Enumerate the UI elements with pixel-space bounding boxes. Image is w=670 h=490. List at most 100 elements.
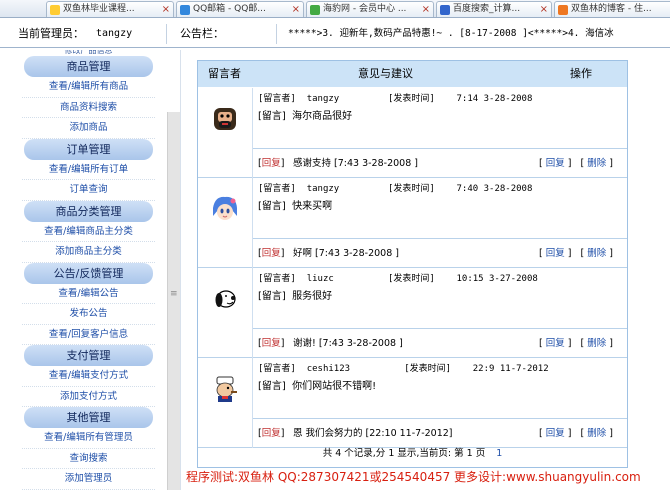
avatar-cell	[198, 178, 253, 238]
reply-spacer	[198, 328, 253, 358]
divider	[276, 24, 277, 44]
page-link[interactable]: 1	[496, 448, 502, 459]
browser-tab-3[interactable]: 海豹网 - 会员中心 ... ×	[306, 1, 434, 17]
tab-label: 百度搜索_计算...	[453, 4, 521, 14]
avatar-cell	[198, 358, 253, 418]
sidebar-item-view-goods[interactable]: 查看/编辑所有商品	[22, 77, 155, 98]
sidebar-item-search-goods[interactable]: 商品资料搜索	[22, 98, 155, 118]
section-other[interactable]: 其他管理	[24, 407, 153, 428]
close-icon[interactable]: ×	[422, 2, 430, 17]
message-meta: [留言者] liuzc [发表时间] 10:15 3-27-2008	[258, 270, 627, 288]
time-label: [发表时间]	[404, 364, 452, 374]
browser-tab-5[interactable]: 双鱼林的博客 - 住...	[554, 1, 670, 17]
section-orders[interactable]: 订单管理	[24, 138, 153, 160]
sidebar-item-search[interactable]: 查询搜索	[22, 449, 155, 469]
close-icon[interactable]: ×	[540, 2, 548, 17]
sidebar-item-view-orders[interactable]: 查看/编辑所有订单	[22, 160, 155, 180]
close-icon[interactable]: ×	[162, 2, 170, 17]
reply-button[interactable]: 回复	[546, 338, 565, 349]
message-meta: [留言者] tangzy [发表时间] 7:40 3-28-2008	[258, 180, 627, 198]
table-row: [留言者] ceshi123 [发表时间] 22:9 11-7-2012 [留言…	[198, 358, 627, 448]
message-text: 快来买啊	[292, 201, 333, 212]
row-operations: [ 回复 ] [ 删除 ]	[539, 248, 614, 259]
sidebar-item-add-goods[interactable]: 添加商品	[22, 118, 155, 139]
reply-button[interactable]: 回复	[546, 158, 565, 169]
message-text: 你们网站很不错啊!	[292, 381, 377, 392]
site-icon	[310, 5, 320, 15]
frame-splitter[interactable]	[180, 50, 197, 490]
message-text: 海尔商品很好	[292, 111, 353, 122]
divider	[166, 24, 167, 44]
time-label: [发表时间]	[387, 94, 435, 104]
close-icon[interactable]: ×	[292, 2, 300, 17]
browser-tab-4[interactable]: 百度搜索_计算... ×	[436, 1, 552, 17]
sidebar-item-view-payments[interactable]: 查看/编辑支付方式	[22, 366, 155, 387]
avatar-cell	[198, 268, 253, 328]
message-meta: [留言者] ceshi123 [发表时间] 22:9 11-7-2012	[258, 360, 627, 378]
sidebar-item-add-admin[interactable]: 添加管理员	[22, 469, 155, 490]
author-label: [留言者]	[258, 274, 296, 284]
section-categories[interactable]: 商品分类管理	[24, 200, 153, 222]
browser-tab-1[interactable]: 双鱼林毕业课程... ×	[46, 1, 174, 17]
sidebar-item-customer-messages[interactable]: 查看/回复客户信息	[22, 325, 155, 345]
author-name: tangzy	[306, 94, 340, 104]
section-goods[interactable]: 商品管理	[24, 56, 153, 77]
post-time: 7:40 3-28-2008	[456, 184, 533, 194]
delete-button[interactable]: 删除	[587, 248, 606, 259]
reply-button[interactable]: 回复	[546, 428, 565, 439]
section-notice-feedback[interactable]: 公告/反馈管理	[24, 262, 153, 284]
message-text: 服务很好	[292, 291, 333, 302]
message-meta: [留言者] tangzy [发表时间] 7:14 3-28-2008	[258, 90, 627, 108]
reply-spacer	[198, 238, 253, 268]
browser-tab-bar: 双鱼林毕业课程... × QQ邮箱 - QQ邮... × 海豹网 - 会员中心 …	[0, 0, 670, 18]
watermark-text: 程序测试:双鱼林 QQ:287307421或254540457 更多设计:www…	[186, 470, 641, 484]
bulletin-label: 公告栏：	[180, 27, 224, 40]
bearded-man-avatar	[214, 108, 236, 130]
reply-row: [回复] 谢谢! [7:43 3-28-2008 ] [ 回复 ] [ 删除 ]	[253, 328, 627, 358]
row-operations: [ 回复 ] [ 删除 ]	[539, 158, 614, 169]
reply-label: [回复]	[258, 338, 285, 349]
bulletin-marquee[interactable]: *****>3. 迎新年,数码产品特惠!~ . [8-17-2008 ]<***…	[288, 20, 670, 48]
tab-label: 双鱼林的博客 - 住...	[571, 4, 652, 14]
reply-row: [回复] 感谢支持 [7:43 3-28-2008 ] [ 回复 ] [ 删除 …	[253, 148, 627, 178]
reply-text: 谢谢! [7:43 3-28-2008 ]	[293, 338, 403, 349]
sidebar-item-query-orders[interactable]: 订单查询	[22, 180, 155, 201]
table-row: [留言者] tangzy [发表时间] 7:14 3-28-2008 [留言] …	[198, 88, 627, 178]
sidebar-scrollbar[interactable]: ≡	[167, 112, 180, 490]
delete-button[interactable]: 删除	[587, 428, 606, 439]
author-name: ceshi123	[306, 364, 351, 374]
message-body: [留言] 服务很好	[258, 288, 627, 328]
sidebar-item-view-notices[interactable]: 查看/编辑公告	[22, 284, 155, 304]
popeye-avatar	[216, 376, 237, 402]
author-label: [留言者]	[258, 184, 296, 194]
tab-label: 海豹网 - 会员中心 ...	[323, 4, 407, 14]
delete-button[interactable]: 删除	[587, 158, 606, 169]
delete-button[interactable]: 删除	[587, 338, 606, 349]
top-info-bar: 当前管理员： tangzy 公告栏： *****>3. 迎新年,数码产品特惠!~…	[0, 20, 670, 48]
sidebar-item-view-categories[interactable]: 查看/编辑商品主分类	[22, 222, 155, 242]
snoopy-avatar	[215, 290, 236, 308]
browser-tab-2[interactable]: QQ邮箱 - QQ邮... ×	[176, 1, 304, 17]
baidu-icon	[440, 5, 450, 15]
sidebar-item-view-admins[interactable]: 查看/编辑所有管理员	[22, 428, 155, 449]
scroll-grip-icon[interactable]: ≡	[170, 290, 178, 302]
admin-name: tangzy	[96, 28, 133, 39]
message-body: [留言] 你们网站很不错啊!	[258, 378, 627, 418]
post-time: 22:9 11-7-2012	[472, 364, 549, 374]
header-advice: 意见与建议	[358, 67, 413, 80]
post-time: 7:14 3-28-2008	[456, 94, 533, 104]
avatar-cell	[198, 88, 253, 148]
sidebar-item-publish-notice[interactable]: 发布公告	[22, 304, 155, 325]
reply-button[interactable]: 回复	[546, 248, 565, 259]
star-icon	[50, 5, 60, 15]
row-operations: [ 回复 ] [ 删除 ]	[539, 338, 614, 349]
post-time: 10:15 3-27-2008	[456, 274, 538, 284]
author-name: liuzc	[306, 274, 334, 284]
reply-row: [回复] 好啊 [7:43 3-28-2008 ] [ 回复 ] [ 删除 ]	[253, 238, 627, 268]
message-label: [留言]	[258, 111, 286, 122]
message-label: [留言]	[258, 291, 286, 302]
sidebar-item-add-payment[interactable]: 添加支付方式	[22, 387, 155, 407]
sidebar-item-add-category[interactable]: 添加商品主分类	[22, 242, 155, 263]
reply-spacer	[198, 148, 253, 178]
section-payment[interactable]: 支付管理	[24, 345, 153, 366]
